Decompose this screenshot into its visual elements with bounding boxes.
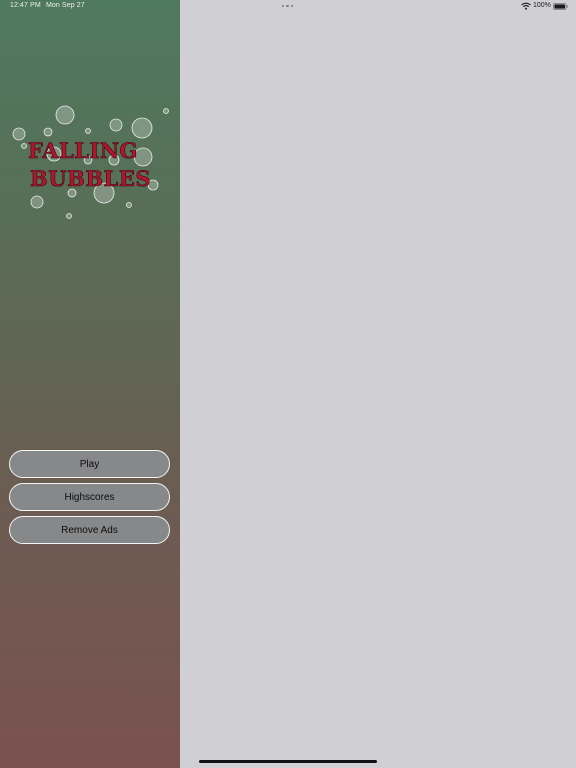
game-menu-sidebar: FALLING BUBBLES Play Highscores Remove A…	[0, 0, 180, 768]
remove-ads-button[interactable]: Remove Ads	[9, 516, 170, 544]
bubble-icon	[12, 127, 26, 141]
bubble-icon	[43, 127, 53, 137]
bubble-icon	[55, 105, 75, 125]
status-date: Mon Sep 27	[46, 2, 85, 9]
battery-icon	[553, 3, 568, 10]
home-indicator[interactable]	[199, 760, 377, 763]
bubble-icon	[163, 108, 169, 114]
falling-bubbles-logo: FALLING BUBBLES	[12, 105, 169, 219]
wifi-icon	[521, 2, 531, 10]
app-screen: FALLING BUBBLES Play Highscores Remove A…	[0, 0, 576, 768]
logo-title-line-1: FALLING	[28, 138, 138, 163]
status-time: 12:47 PM	[10, 2, 41, 9]
multitasking-dots-icon[interactable]	[282, 5, 294, 8]
bubble-icon	[131, 117, 153, 139]
bubble-icon	[66, 213, 72, 219]
bubble-icon	[21, 143, 27, 149]
bubble-icon	[109, 118, 123, 132]
logo-title-line-2: BUBBLES	[30, 166, 151, 191]
play-button[interactable]: Play	[9, 450, 170, 478]
main-content-panel	[180, 0, 576, 768]
highscores-button[interactable]: Highscores	[9, 483, 170, 511]
bubble-icon	[30, 195, 44, 209]
bubble-icon	[85, 128, 91, 134]
battery-percentage: 100%	[533, 2, 551, 9]
bubble-icon	[126, 202, 132, 208]
